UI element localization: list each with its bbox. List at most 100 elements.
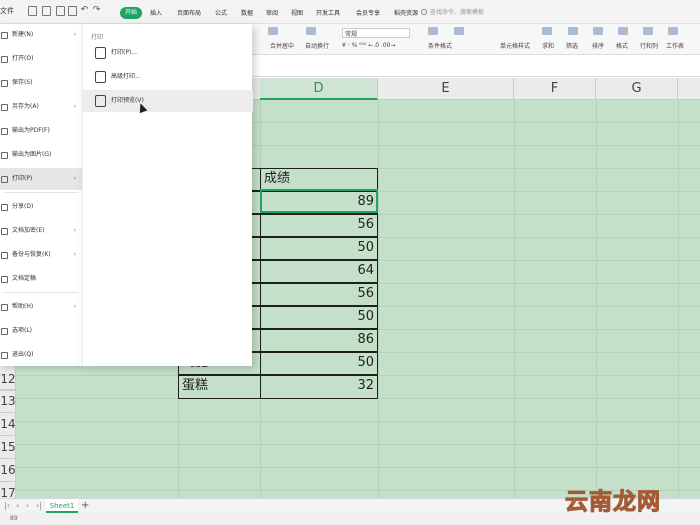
score-cell[interactable]: 86 [260,329,378,352]
row-header-15[interactable]: 15 [0,436,16,459]
image-icon [1,152,8,159]
add-sheet-button[interactable]: + [81,499,89,513]
worksheet-icon[interactable] [668,27,678,35]
ribbon-format[interactable]: 格式 [616,41,628,50]
tab-review[interactable]: 审阅 [266,8,278,17]
row-header-12[interactable]: 12 [0,368,16,390]
search-input[interactable]: 查找命令、搜索模板 [430,9,484,16]
row-header-16[interactable]: 16 [0,459,16,482]
submenu-item-print[interactable]: 打印(P)... [83,42,253,64]
sheet-tab-sheet1[interactable]: Sheet1 [46,499,78,513]
menu-item-open[interactable]: 打开(O) [0,48,82,70]
rows-columns-icon[interactable] [643,27,653,35]
ribbon-filter[interactable]: 筛选 [566,41,578,50]
row-header-14[interactable]: 14 [0,413,16,436]
score-cell[interactable]: 50 [260,306,378,329]
save-icon [1,80,8,87]
first-sheet-icon[interactable]: |‹ [4,501,10,510]
gridline [596,100,597,498]
column-header-e[interactable]: E [378,78,514,100]
menu-item-export-pdf[interactable]: 输出为PDF(F) [0,120,82,142]
ribbon-worksheet[interactable]: 工作表 [666,41,684,50]
score-cell[interactable]: 56 [260,283,378,306]
next-sheet-icon[interactable]: › [26,501,29,510]
gridline [378,100,379,498]
score-cell[interactable]: 64 [260,260,378,283]
tab-formula[interactable]: 公式 [215,8,227,17]
gridline [514,100,515,498]
print-submenu: 打印 打印(P)... 高级打印... 打印预览(V) [82,24,253,366]
filter-icon[interactable] [568,27,578,35]
ribbon-conditional-format[interactable]: 条件格式 [428,41,452,50]
backup-icon [1,252,8,259]
open-file-icon[interactable] [28,6,37,16]
help-icon [1,304,8,311]
menu-item-share[interactable]: 分享(D) [0,196,82,218]
name-cell-cake[interactable]: 蛋糕 [178,375,260,399]
ribbon-sort[interactable]: 排序 [592,41,604,50]
sort-icon[interactable] [593,27,603,35]
column-header-f[interactable]: F [514,78,596,100]
column-header-g[interactable]: G [596,78,678,100]
share-icon [1,204,8,211]
ribbon-sum[interactable]: 求和 [542,41,554,50]
number-format-buttons[interactable]: ¥ · % ⁰⁰⁰ ←.0 .00→ [342,42,396,49]
number-format-select[interactable]: 常规 [342,28,410,38]
tab-home[interactable]: 开始 [120,7,142,19]
menu-item-finalize[interactable]: 文档定稿 [0,268,82,290]
tab-view[interactable]: 视图 [291,8,303,17]
print-icon[interactable] [56,6,65,16]
menu-item-options[interactable]: 选项(L) [0,320,82,342]
active-cell-selection[interactable] [260,189,378,213]
column-header-d[interactable]: D [260,78,378,100]
tab-developer[interactable]: 开发工具 [316,8,340,17]
row-header-13[interactable]: 13 [0,390,16,413]
menu-divider [4,192,78,193]
table-style-icon[interactable] [454,27,464,35]
conditional-format-icon[interactable] [428,27,438,35]
menu-item-print[interactable]: 打印(P) › [0,168,82,190]
save-icon[interactable] [42,6,51,16]
menu-item-backup[interactable]: 备份与恢复(K) › [0,244,82,266]
gridline [678,100,679,498]
tab-data[interactable]: 数据 [241,8,253,17]
undo-icon[interactable]: ↶ [80,6,89,16]
submenu-item-advanced-print[interactable]: 高级打印... [83,66,253,88]
menu-item-new[interactable]: 新建(N) › [0,24,82,46]
ribbon-rows-columns[interactable]: 行和列 [640,41,658,50]
file-menu-button[interactable]: 文件 [0,6,20,19]
ribbon-wrap-text[interactable]: 自动换行 [305,41,329,50]
menu-item-save[interactable]: 保存(S) [0,72,82,94]
wrap-icon[interactable] [306,27,316,35]
merge-icon[interactable] [268,27,278,35]
prev-sheet-icon[interactable]: ‹ [16,501,19,510]
tab-insert[interactable]: 插入 [150,8,162,17]
ribbon-merge-center[interactable]: 合并居中 [270,41,294,50]
score-cell[interactable]: 32 [260,375,378,399]
tab-member[interactable]: 会员专享 [356,8,380,17]
menu-item-exit[interactable]: 退出(Q) [0,344,82,366]
search-box[interactable]: 查找命令、搜索模板 [421,7,511,18]
submenu-item-print-preview[interactable]: 打印预览(V) [83,90,253,112]
sum-icon[interactable] [542,27,552,35]
tab-page-layout[interactable]: 页面布局 [177,8,201,17]
last-sheet-icon[interactable]: ›| [36,501,42,510]
score-cell[interactable]: 50 [260,237,378,260]
ribbon-cell-style[interactable]: 单元格样式 [500,41,530,50]
menu-item-export-image[interactable]: 输出为图片(G) [0,144,82,166]
menu-item-help[interactable]: 帮助(H) › [0,296,82,318]
header-cell-score[interactable]: 成绩 [260,168,378,191]
redo-icon[interactable]: ↷ [92,6,101,16]
menu-item-encrypt[interactable]: 文档加密(E) › [0,220,82,242]
chevron-right-icon: › [73,103,76,110]
format-icon[interactable] [618,27,628,35]
preview-icon[interactable] [68,6,77,16]
printer-icon [95,47,106,59]
exit-icon [1,352,8,359]
score-cell[interactable]: 56 [260,214,378,237]
score-cell[interactable]: 50 [260,352,378,375]
chevron-right-icon: › [73,175,76,182]
menu-item-save-as[interactable]: 另存为(A) › [0,96,82,118]
new-file-icon [1,32,8,39]
tab-docer[interactable]: 稻壳资源 [394,8,418,17]
